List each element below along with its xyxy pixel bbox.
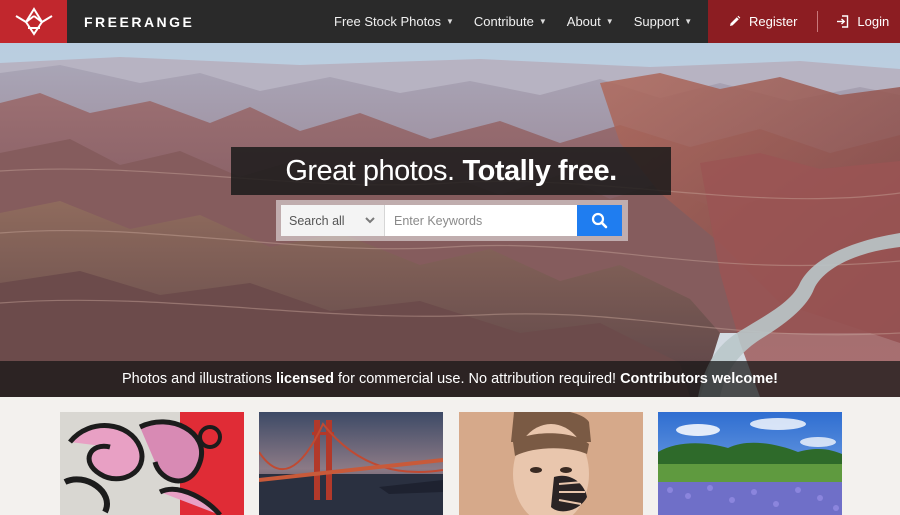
account-actions: Register Login	[708, 0, 900, 43]
brand-name[interactable]: FREERANGE	[84, 14, 194, 30]
divider	[817, 11, 819, 32]
hero-tagline: Photos and illustrations licensed for co…	[0, 361, 900, 397]
nav-item-label: Support	[633, 14, 680, 29]
photo-thumbnail-golden-gate[interactable]	[259, 412, 443, 515]
login-icon	[837, 15, 849, 28]
search-bar: Search all	[276, 200, 628, 241]
tagline-text-2: for commercial use. No attribution requi…	[333, 371, 621, 387]
graffiti-photo-image	[60, 412, 244, 515]
caret-down-icon: ▼	[538, 17, 547, 26]
photo-thumbnail-graffiti[interactable]	[60, 412, 244, 515]
nav-about[interactable]: About ▼	[567, 14, 614, 29]
tagline-text-1: Photos and illustrations	[122, 371, 276, 387]
pencil-icon	[730, 15, 741, 26]
register-button[interactable]: Register	[728, 14, 797, 29]
photo-thumbnail-painted-face[interactable]	[459, 412, 643, 515]
keywords-input[interactable]	[385, 205, 577, 236]
register-label: Register	[749, 14, 798, 29]
headline-bold: Totally free.	[462, 154, 618, 187]
headline-regular: Great photos.	[285, 154, 455, 187]
nav-item-label: About	[566, 14, 601, 29]
search-icon	[591, 212, 608, 229]
tagline-bold-1: licensed	[275, 371, 334, 387]
logo[interactable]	[0, 0, 67, 43]
tagline-bold-2: Contributors welcome!	[620, 371, 778, 387]
caret-down-icon: ▼	[445, 17, 454, 26]
chevron-down-icon	[365, 217, 375, 224]
nav-support[interactable]: Support ▼	[634, 14, 692, 29]
hero-banner: Great photos. Totally free. Search all P…	[0, 43, 900, 397]
caret-down-icon: ▼	[605, 17, 614, 26]
nav-contribute[interactable]: Contribute ▼	[474, 14, 547, 29]
login-button[interactable]: Login	[836, 14, 889, 29]
nav-item-label: Contribute	[473, 14, 534, 29]
freerange-diamond-logo-icon	[14, 6, 53, 36]
bridge-photo-image	[259, 412, 443, 515]
nav-item-label: Free Stock Photos	[334, 14, 441, 29]
search-category-select[interactable]: Search all	[281, 205, 385, 236]
caret-down-icon: ▼	[684, 17, 693, 26]
portrait-photo-image	[459, 412, 643, 515]
search-category-value: Search all	[289, 213, 345, 228]
nav-free-stock-photos[interactable]: Free Stock Photos ▼	[334, 14, 454, 29]
main-menu: Free Stock Photos ▼ Contribute ▼ About ▼…	[334, 0, 712, 43]
top-navigation-bar: FREERANGE Free Stock Photos ▼ Contribute…	[0, 0, 900, 43]
field-photo-image	[658, 412, 842, 515]
photo-thumbnail-bluebonnets[interactable]	[658, 412, 842, 515]
search-button[interactable]	[577, 205, 622, 236]
hero-headline: Great photos. Totally free.	[231, 147, 671, 195]
login-label: Login	[857, 14, 890, 29]
